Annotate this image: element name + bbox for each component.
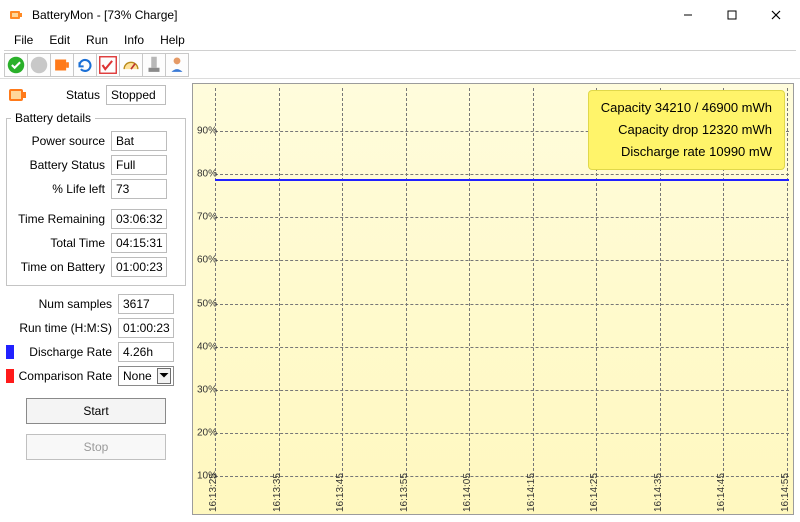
x-tick: 16:14:55 (780, 473, 791, 512)
y-tick: 80% (197, 169, 217, 180)
toolbar-tool[interactable] (142, 53, 166, 77)
menu-edit[interactable]: Edit (41, 31, 78, 49)
battery-status-value: Full (111, 155, 167, 175)
time-remaining-value: 03:06:32 (111, 209, 167, 229)
chevron-down-icon (157, 368, 171, 384)
x-tick: 16:13:25 (208, 473, 219, 512)
gridline-v (215, 88, 216, 476)
menu-file[interactable]: File (6, 31, 41, 49)
battery-chart: 90%80%70%60%50%40%30%20%10%16:13:2516:13… (192, 83, 794, 515)
discharge-rate-label: Discharge Rate (18, 345, 118, 359)
x-tick: 16:13:45 (335, 473, 346, 512)
gridline-v (342, 88, 343, 476)
life-left-value: 73 (111, 179, 167, 199)
num-samples-value: 3617 (118, 294, 174, 314)
app-icon (8, 7, 24, 23)
toolbar-check[interactable] (96, 53, 120, 77)
toolbar-gauge[interactable] (119, 53, 143, 77)
menu-help[interactable]: Help (152, 31, 193, 49)
y-tick: 70% (197, 212, 217, 223)
data-line-discharge (215, 179, 789, 181)
gridline-h (215, 433, 789, 434)
chart-info-box: Capacity 34210 / 46900 mWh Capacity drop… (588, 90, 785, 170)
menu-info[interactable]: Info (116, 31, 152, 49)
gridline-h (215, 217, 789, 218)
x-tick: 16:14:15 (526, 473, 537, 512)
toolbar-refresh[interactable] (73, 53, 97, 77)
status-row: Status Stopped (6, 83, 186, 107)
time-remaining-label: Time Remaining (11, 212, 111, 226)
num-samples-label: Num samples (6, 297, 118, 311)
comparison-rate-combo[interactable]: None (118, 366, 174, 386)
maximize-button[interactable] (710, 0, 754, 30)
time-on-battery-value: 01:00:23 (111, 257, 167, 277)
minimize-button[interactable] (666, 0, 710, 30)
life-left-label: % Life left (11, 182, 111, 196)
info-discharge: Discharge rate 10990 mW (601, 141, 772, 163)
gridline-h (215, 174, 789, 175)
toolbar-stop[interactable] (27, 53, 51, 77)
comparison-swatch (6, 369, 14, 383)
status-label: Status (36, 88, 106, 102)
comparison-rate-value: None (123, 369, 152, 383)
gridline-v (787, 88, 788, 476)
discharge-swatch (6, 345, 14, 359)
x-tick: 16:13:35 (272, 473, 283, 512)
discharge-rate-value: 4.26h (118, 342, 174, 362)
chart-pane: 90%80%70%60%50%40%30%20%10%16:13:2516:13… (192, 83, 794, 515)
power-source-value: Bat (111, 131, 167, 151)
gridline-h (215, 476, 789, 477)
y-tick: 60% (197, 255, 217, 266)
gridline-v (279, 88, 280, 476)
y-tick: 50% (197, 298, 217, 309)
toolbar-person[interactable] (165, 53, 189, 77)
run-time-label: Run time (H:M:S) (6, 321, 118, 335)
gridline-h (215, 347, 789, 348)
window-title: BatteryMon - [73% Charge] (32, 8, 177, 22)
stop-button: Stop (26, 434, 166, 460)
gridline-v (469, 88, 470, 476)
close-button[interactable] (754, 0, 798, 30)
status-value: Stopped (106, 85, 166, 105)
battery-details-group: Battery details Power sourceBat Battery … (6, 111, 186, 286)
total-time-label: Total Time (11, 236, 111, 250)
comparison-rate-label: Comparison Rate (18, 369, 118, 383)
battery-status-label: Battery Status (11, 158, 111, 172)
left-pane: Status Stopped Battery details Power sou… (6, 83, 186, 515)
x-tick: 16:14:35 (653, 473, 664, 512)
content: Status Stopped Battery details Power sou… (0, 79, 800, 521)
power-source-label: Power source (11, 134, 111, 148)
menu-bar: File Edit Run Info Help (0, 30, 800, 50)
gridline-v (406, 88, 407, 476)
gridline-h (215, 260, 789, 261)
y-tick: 90% (197, 126, 217, 137)
info-capacity: Capacity 34210 / 46900 mWh (601, 97, 772, 119)
run-time-value: 01:00:23 (118, 318, 174, 338)
menu-run[interactable]: Run (78, 31, 116, 49)
y-tick: 20% (197, 427, 217, 438)
x-tick: 16:13:55 (399, 473, 410, 512)
total-time-value: 04:15:31 (111, 233, 167, 253)
title-bar: BatteryMon - [73% Charge] (0, 0, 800, 30)
action-buttons: Start Stop (6, 398, 186, 460)
stats-group: Num samples3617 Run time (H:M:S)01:00:23… (6, 292, 186, 388)
gridline-h (215, 304, 789, 305)
x-tick: 16:14:05 (462, 473, 473, 512)
start-button[interactable]: Start (26, 398, 166, 424)
battery-details-legend: Battery details (11, 111, 95, 125)
battery-status-icon (6, 83, 30, 107)
gridline-v (533, 88, 534, 476)
info-drop: Capacity drop 12320 mWh (601, 119, 772, 141)
y-tick: 30% (197, 384, 217, 395)
y-tick: 40% (197, 341, 217, 352)
toolbar-start[interactable] (4, 53, 28, 77)
x-tick: 16:14:45 (716, 473, 727, 512)
x-tick: 16:14:25 (589, 473, 600, 512)
toolbar (0, 51, 800, 79)
toolbar-battery[interactable] (50, 53, 74, 77)
time-on-battery-label: Time on Battery (11, 260, 111, 274)
gridline-h (215, 390, 789, 391)
